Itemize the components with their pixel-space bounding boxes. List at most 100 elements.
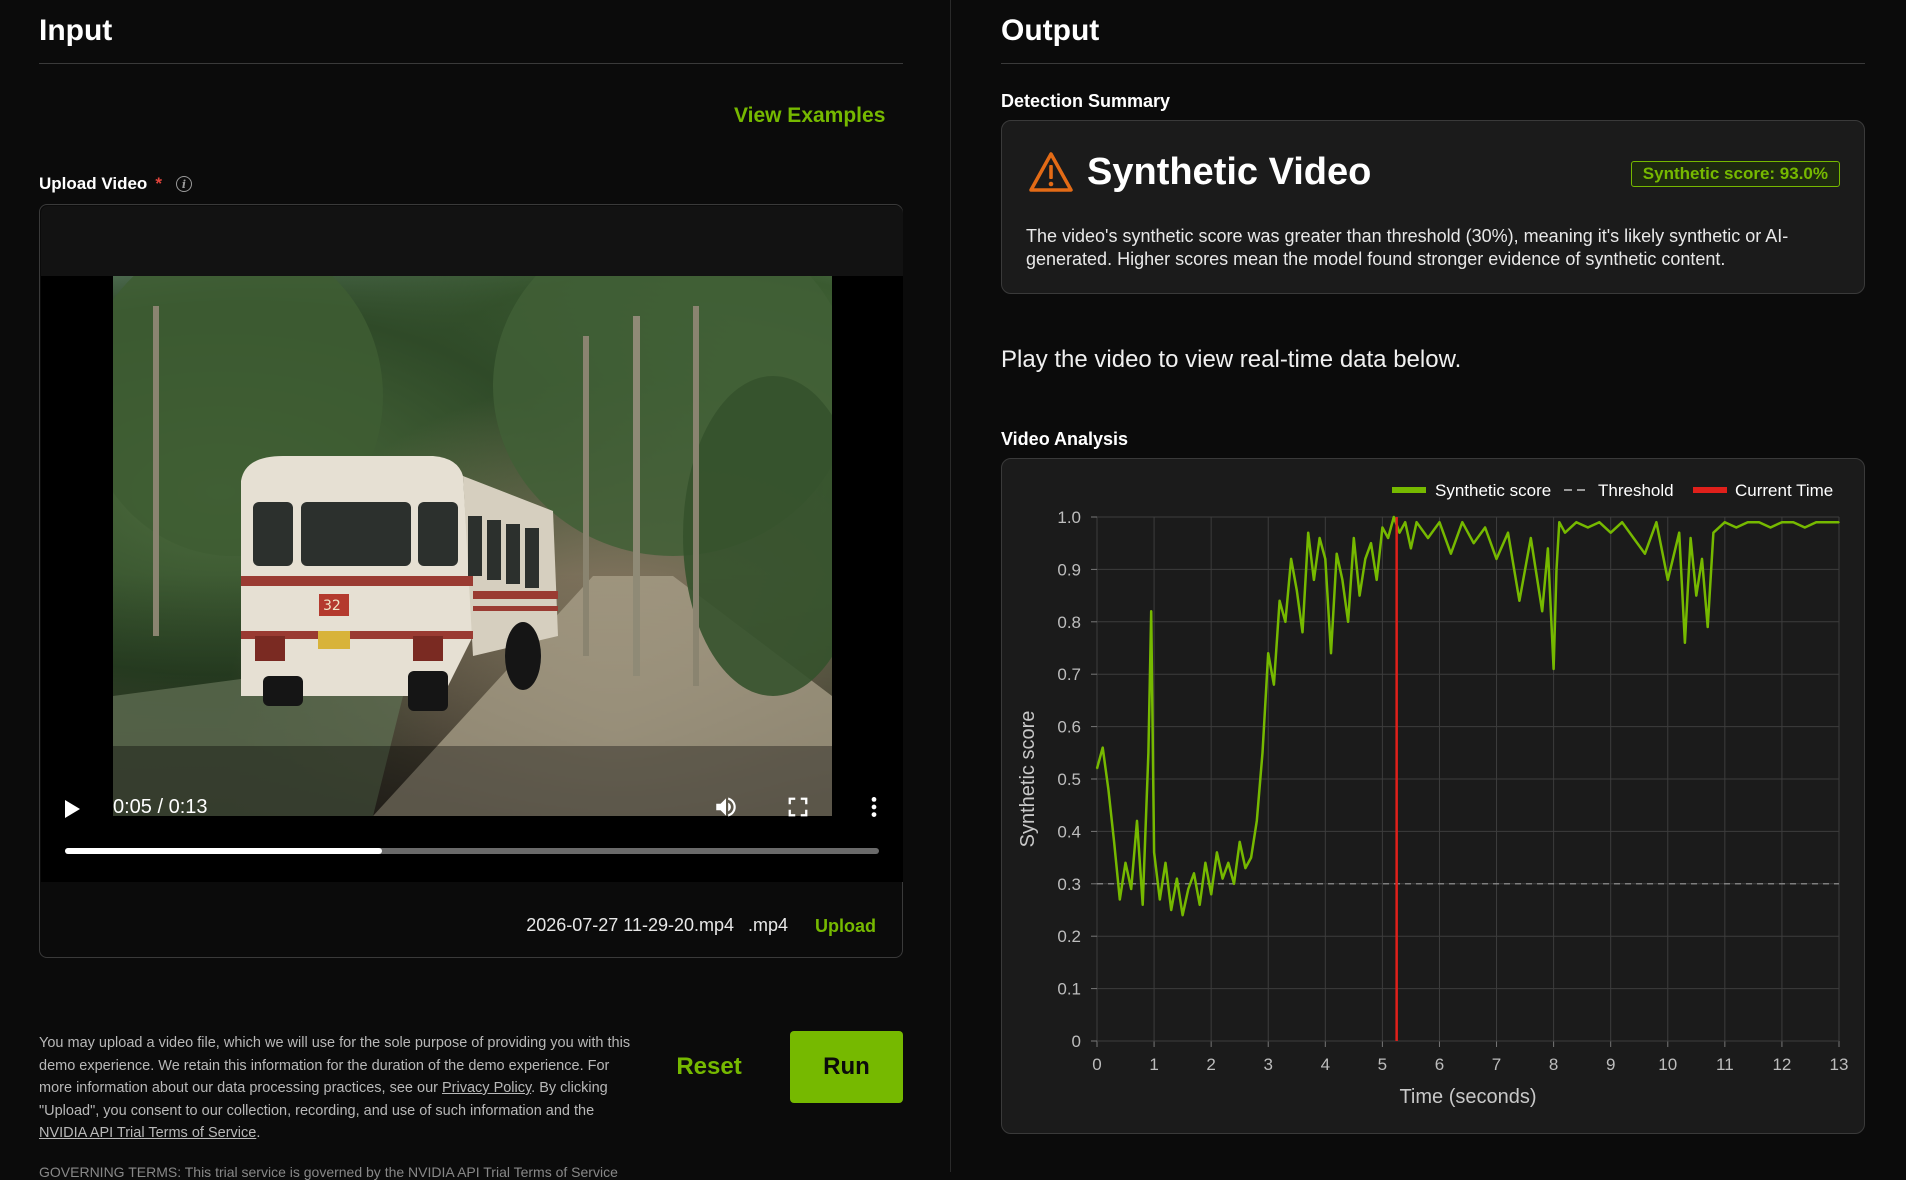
- y-tick-label: 0.6: [1057, 718, 1081, 737]
- synthetic-score-point: [1438, 521, 1441, 524]
- video-progress-bar[interactable]: [65, 848, 879, 854]
- more-vert-icon[interactable]: [861, 794, 887, 820]
- synthetic-score-point: [1781, 521, 1783, 524]
- synthetic-score-point: [1547, 547, 1549, 550]
- synthetic-score-point: [1136, 820, 1138, 822]
- y-tick-label: 1.0: [1057, 508, 1081, 527]
- fullscreen-icon[interactable]: [787, 796, 809, 818]
- synthetic-score-point: [1666, 579, 1669, 581]
- view-examples-link[interactable]: View Examples: [734, 104, 885, 128]
- video-controls: 0:05 / 0:13: [41, 786, 903, 882]
- synthetic-score-point: [1558, 521, 1561, 524]
- synthetic-score-point: [1587, 526, 1589, 529]
- synthetic-score-point: [1238, 841, 1241, 843]
- y-tick-label: 0.2: [1057, 927, 1081, 946]
- y-tick-label: 0: [1072, 1032, 1081, 1051]
- synthetic-score-point: [1575, 521, 1578, 524]
- synthetic-score-point: [1370, 542, 1372, 544]
- governing-terms-text: GOVERNING TERMS: This trial service is g…: [39, 1164, 618, 1180]
- synthetic-score-point: [1096, 767, 1098, 770]
- run-button[interactable]: Run: [790, 1031, 903, 1103]
- upload-button[interactable]: Upload: [815, 916, 876, 937]
- synthetic-score-point: [1273, 683, 1275, 686]
- synthetic-score-point: [1803, 526, 1806, 529]
- play-hint: Play the video to view real-time data be…: [1001, 346, 1462, 373]
- reset-button[interactable]: Reset: [656, 1031, 762, 1103]
- synthetic-score-point: [1335, 552, 1338, 555]
- synthetic-score-point: [1735, 526, 1738, 529]
- volume-icon[interactable]: [713, 794, 739, 820]
- privacy-policy-link[interactable]: Privacy Policy: [442, 1080, 531, 1096]
- upload-dropzone[interactable]: 32 0:05 / 0:13 2026-07-27 11-29-20.mp4 .…: [39, 204, 903, 958]
- synthetic-score-point: [1507, 531, 1509, 534]
- synthetic-score-point: [1227, 862, 1230, 864]
- synthetic-score-point: [1147, 752, 1150, 754]
- synthetic-score-point: [1427, 537, 1429, 539]
- input-title-divider: [39, 63, 903, 64]
- bus-route-number: 32: [323, 598, 341, 614]
- warning-icon: [1029, 152, 1073, 192]
- synthetic-score-point: [1261, 752, 1264, 754]
- upload-video-label: Upload Video * i: [39, 174, 192, 194]
- synthetic-score-point: [1375, 579, 1378, 581]
- synthetic-score-point: [1113, 841, 1115, 843]
- bus-graphic: 32: [241, 456, 558, 711]
- video-progress-fill: [65, 848, 383, 854]
- disclaimer-text-3: .: [256, 1125, 261, 1141]
- synthetic-score-point: [1256, 820, 1258, 822]
- synthetic-score-point: [1815, 521, 1817, 524]
- synthetic-score-point: [1632, 537, 1635, 539]
- y-axis-label: Synthetic score: [1017, 711, 1039, 848]
- x-tick-label: 12: [1772, 1055, 1791, 1074]
- x-tick-label: 0: [1092, 1055, 1101, 1074]
- x-tick-label: 6: [1435, 1055, 1444, 1074]
- synthetic-score-point: [1415, 521, 1418, 524]
- synthetic-score-point: [1187, 888, 1190, 890]
- legend-label-synthetic: Synthetic score: [1435, 481, 1551, 500]
- synthetic-score-point: [1353, 537, 1355, 539]
- synthetic-score-point: [1153, 851, 1155, 854]
- play-icon[interactable]: [65, 800, 80, 818]
- synthetic-score-point: [1170, 909, 1172, 911]
- synthetic-score-point: [1398, 531, 1401, 534]
- synthetic-score-point: [1746, 521, 1749, 524]
- synthetic-score-point: [1101, 746, 1104, 749]
- video-player[interactable]: 32 0:05 / 0:13: [41, 206, 903, 882]
- y-tick-label: 0.5: [1057, 770, 1081, 789]
- output-title: Output: [1001, 14, 1100, 47]
- synthetic-score-point: [1450, 552, 1452, 555]
- terms-of-service-link[interactable]: NVIDIA API Trial Terms of Service: [39, 1125, 256, 1141]
- x-tick-label: 7: [1492, 1055, 1501, 1074]
- legend-swatch-synthetic: [1392, 487, 1426, 493]
- synthetic-score-point: [1295, 589, 1298, 592]
- synthetic-score-point: [1107, 788, 1110, 791]
- synthetic-score-point: [1701, 558, 1703, 560]
- synthetic-score-point: [1461, 521, 1464, 524]
- synthetic-score-point: [1364, 558, 1367, 560]
- video-frame-image[interactable]: 32: [113, 276, 832, 816]
- upload-disclaimer: You may upload a video file, which we wi…: [39, 1032, 639, 1145]
- synthetic-score-point: [1518, 600, 1521, 602]
- y-tick-label: 0.8: [1057, 613, 1081, 632]
- synthetic-score-point: [1381, 526, 1384, 529]
- info-icon[interactable]: i: [175, 176, 192, 192]
- file-row: 2026-07-27 11-29-20.mp4 .mp4 Upload: [40, 913, 902, 943]
- synthetic-score-point: [1158, 898, 1161, 901]
- x-tick-label: 10: [1658, 1055, 1677, 1074]
- synthetic-score-point: [1678, 531, 1680, 534]
- summary-description: The video's synthetic score was greater …: [1026, 226, 1789, 269]
- synthetic-score-point: [1150, 610, 1153, 613]
- synthetic-score-point: [1267, 652, 1270, 655]
- synthetic-score-point: [1404, 521, 1407, 524]
- legend-label-current-time: Current Time: [1735, 481, 1833, 500]
- x-tick-label: 13: [1830, 1055, 1849, 1074]
- x-tick-label: 4: [1321, 1055, 1330, 1074]
- synthetic-score-point: [1244, 867, 1247, 869]
- synthetic-score-point: [1198, 903, 1201, 906]
- synthetic-score-point: [1769, 526, 1772, 529]
- video-scene: 32: [113, 276, 832, 816]
- synthetic-score-point: [1119, 898, 1121, 901]
- synthetic-score-point: [1284, 621, 1287, 623]
- synthetic-score-point: [1484, 526, 1486, 529]
- synthetic-score-point: [1564, 531, 1566, 534]
